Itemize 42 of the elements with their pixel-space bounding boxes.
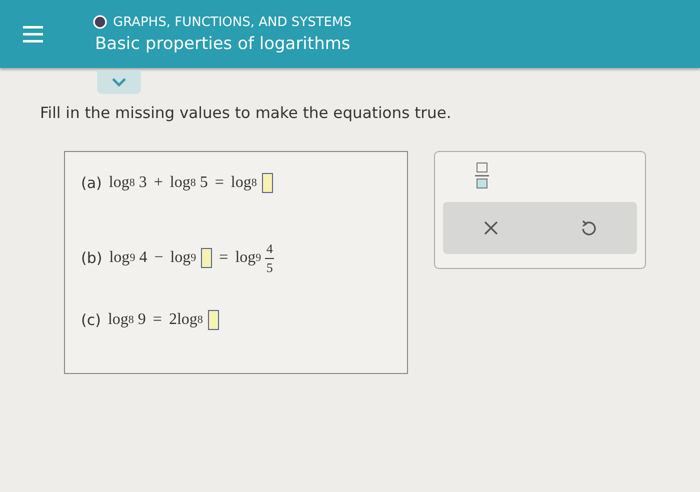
- math-number: 4: [139, 249, 148, 267]
- log-text: log: [170, 249, 191, 267]
- log-text: log: [235, 249, 256, 267]
- log-text: log: [176, 311, 198, 329]
- log-text: log: [109, 249, 130, 267]
- fraction: 4 5: [265, 242, 274, 274]
- math-number: 5: [200, 174, 208, 192]
- log-base: 8: [190, 177, 196, 189]
- log-base: 9: [190, 252, 196, 264]
- math-number: 9: [138, 311, 146, 329]
- answer-box[interactable]: [208, 310, 219, 330]
- category-text: GRAPHS, FUNCTIONS, AND SYSTEMS: [113, 14, 352, 30]
- log-base: 8: [251, 177, 257, 189]
- chevron-down-icon: [111, 77, 127, 87]
- problem-label: (b): [81, 249, 102, 267]
- close-icon: [484, 221, 498, 235]
- answer-box[interactable]: [262, 173, 273, 193]
- math-operator: =: [214, 174, 224, 192]
- log-text: log: [108, 174, 130, 192]
- math-operator: =: [219, 249, 228, 267]
- log-text: log: [170, 174, 190, 192]
- menu-icon[interactable]: [23, 25, 43, 43]
- log-text: log: [108, 311, 128, 329]
- log-text: log: [230, 174, 252, 192]
- math-operator: −: [154, 249, 164, 267]
- math-number: 3: [138, 174, 147, 192]
- status-dot-icon: [93, 15, 107, 29]
- log-base: 9: [130, 252, 136, 264]
- log-base: 8: [197, 314, 203, 326]
- math-operator: =: [152, 311, 162, 329]
- problem-label: (a): [81, 174, 102, 192]
- problem-label: (c): [81, 311, 101, 329]
- fraction-icon: [475, 162, 489, 190]
- answer-box[interactable]: [201, 248, 212, 268]
- log-base: 8: [129, 177, 135, 189]
- instruction-text: Fill in the missing values to make the equations true.: [40, 104, 452, 122]
- log-base: 9: [256, 252, 262, 264]
- undo-icon: [580, 220, 596, 236]
- math-operator: +: [154, 174, 163, 192]
- math-number: 2: [168, 311, 177, 329]
- log-base: 8: [128, 314, 134, 326]
- page-title: Basic properties of logarithms: [95, 34, 352, 54]
